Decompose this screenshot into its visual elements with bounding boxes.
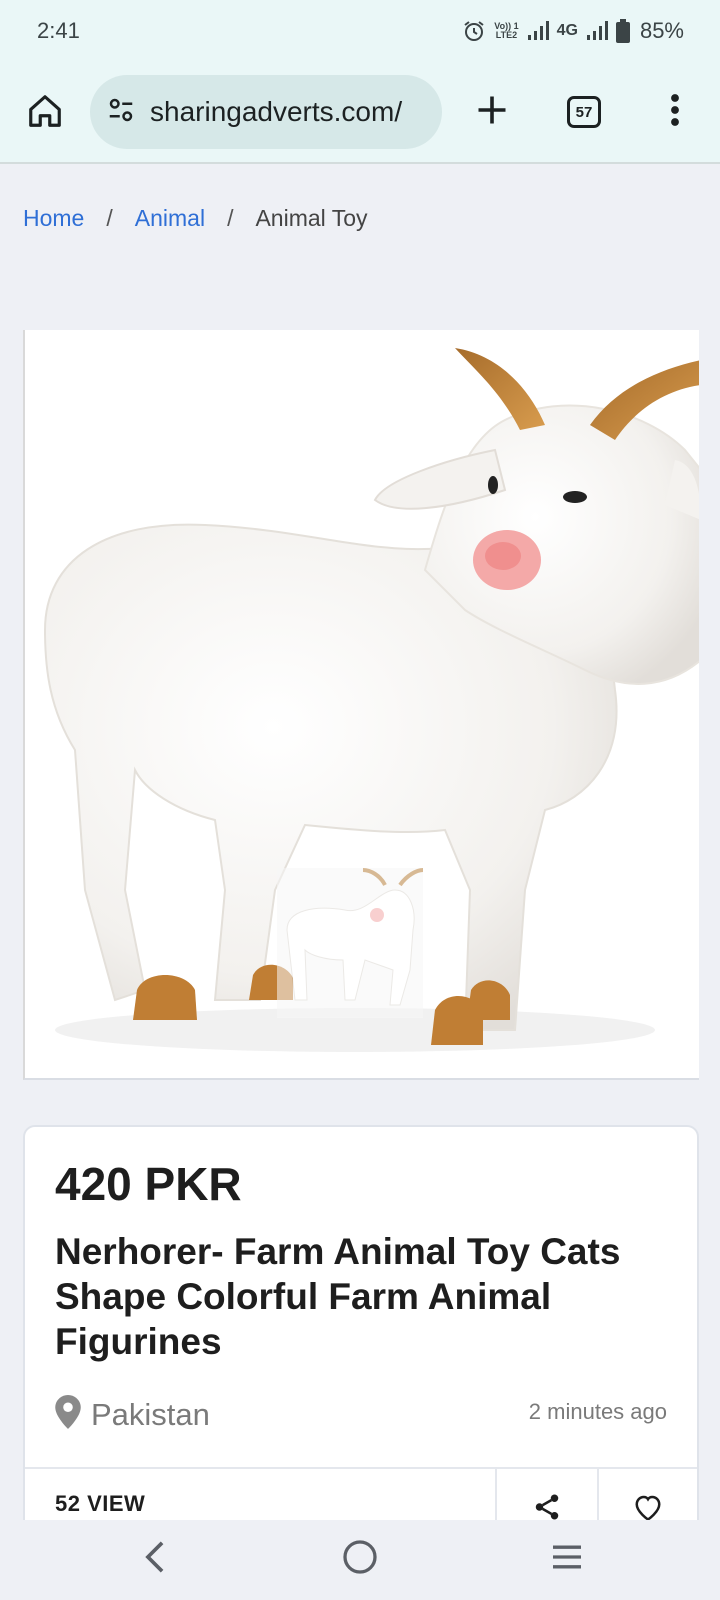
back-icon [142, 1540, 168, 1579]
product-image[interactable] [23, 330, 699, 1080]
url-text[interactable]: sharingadverts.com/ [150, 96, 402, 128]
system-nav-bar [0, 1520, 720, 1600]
home-circle-icon [342, 1539, 378, 1580]
volte-icon: Vo)) 1 LTE2 [494, 21, 519, 40]
address-bar[interactable]: sharingadverts.com/ [90, 75, 442, 149]
view-count: 52 VIEW [55, 1491, 146, 1516]
signal-icon [586, 21, 608, 41]
breadcrumb-separator: / [106, 205, 113, 231]
plus-icon [474, 92, 510, 133]
listing-title: Nerhorer- Farm Animal Toy Cats Shape Col… [55, 1231, 621, 1362]
home-icon [26, 92, 64, 135]
breadcrumb-animal[interactable]: Animal [135, 205, 205, 232]
tab-switcher-icon: 57 [567, 96, 601, 128]
home-button[interactable] [22, 90, 68, 136]
breadcrumb-current: Animal Toy [255, 205, 368, 231]
location-pin-icon [55, 1395, 81, 1434]
listing-price: 420 PKR [55, 1158, 242, 1210]
breadcrumb-separator: / [227, 205, 234, 231]
listing-card: 420 PKR Nerhorer- Farm Animal Toy Cats S… [23, 1125, 699, 1549]
alarm-icon [462, 19, 486, 43]
status-bar: 2:41 Vo)) 1 LTE2 4G 85% [0, 0, 720, 62]
recents-icon [550, 1543, 584, 1576]
home-nav-button[interactable] [335, 1534, 385, 1584]
tab-switcher-button[interactable]: 57 [561, 89, 607, 135]
network-type: 4G [556, 22, 578, 39]
breadcrumb-home[interactable]: Home [23, 205, 84, 232]
browser-menu-button[interactable] [652, 89, 698, 135]
signal-icon [527, 21, 549, 41]
battery-level: 85% [639, 18, 684, 43]
more-vert-icon [669, 92, 681, 133]
status-icons: Vo)) 1 LTE2 4G 85% [462, 18, 684, 44]
new-tab-button[interactable] [469, 89, 515, 135]
posted-time: 2 minutes ago [528, 1399, 667, 1424]
status-time: 2:41 [37, 18, 80, 43]
back-button[interactable] [130, 1534, 180, 1584]
recents-button[interactable] [542, 1534, 592, 1584]
battery-icon [615, 19, 630, 43]
breadcrumb: Home / Animal / Animal Toy [23, 205, 368, 232]
location-text: Pakistan [91, 1396, 210, 1432]
browser-toolbar: sharingadverts.com/ 57 [0, 62, 720, 164]
listing-location: Pakistan [55, 1395, 210, 1434]
site-settings-icon[interactable] [106, 95, 136, 130]
